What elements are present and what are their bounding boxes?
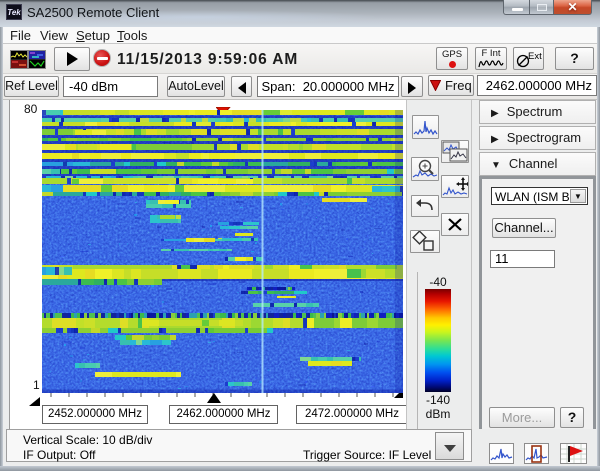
- svg-text:Ext: Ext: [528, 51, 542, 62]
